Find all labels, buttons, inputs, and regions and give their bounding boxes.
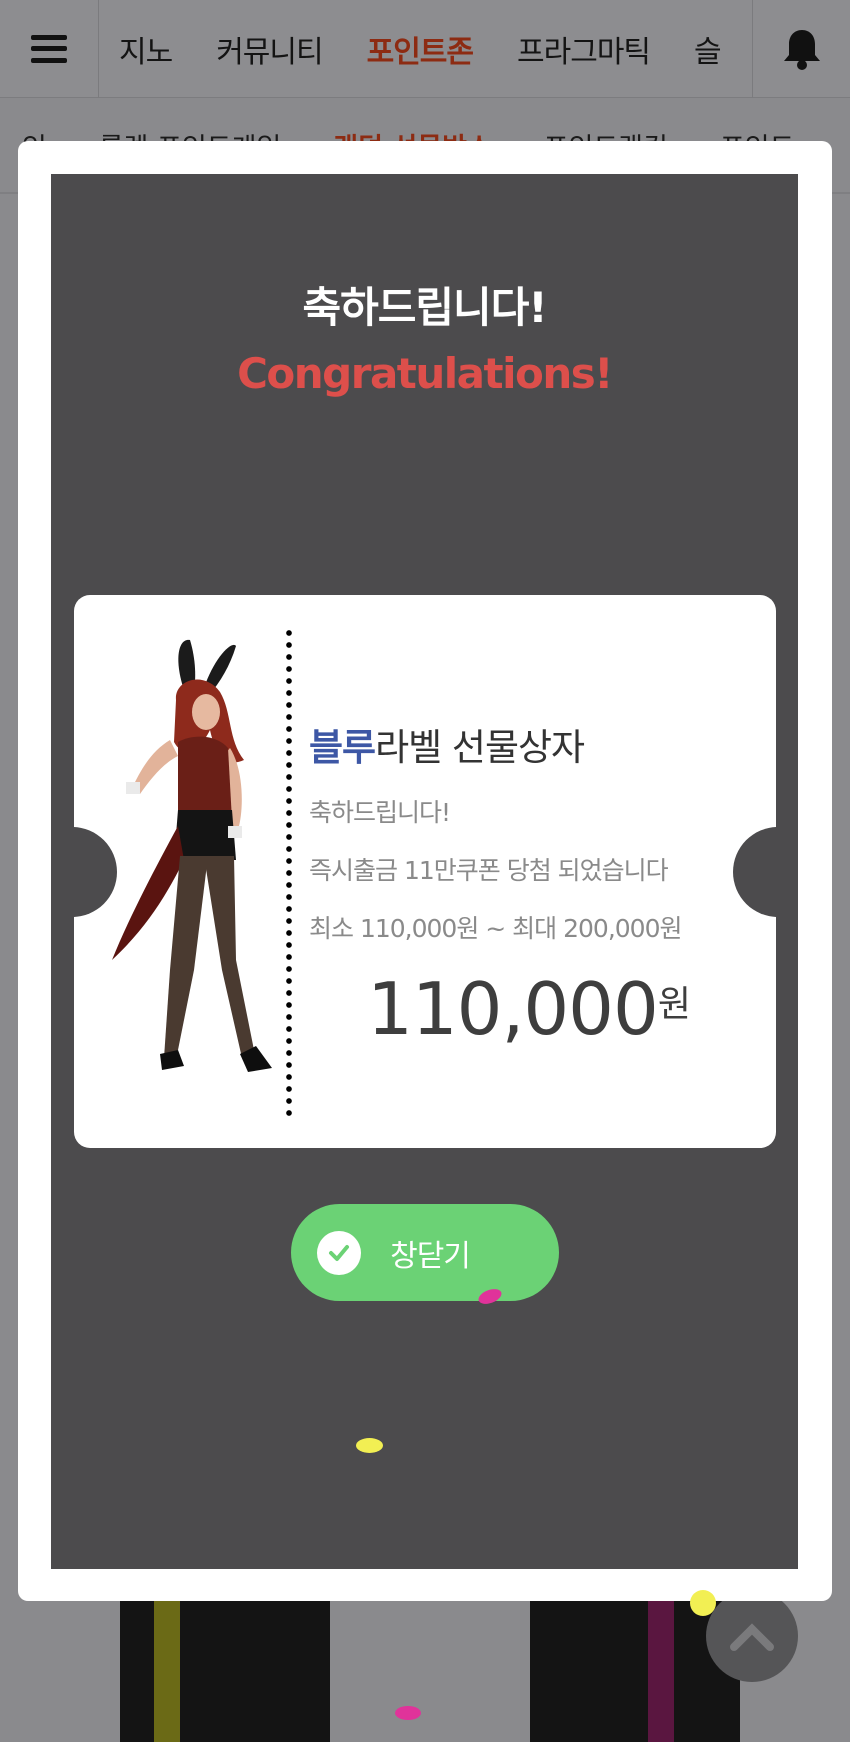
modal-title: 축하드립니다! (302, 283, 548, 332)
coupon-title-rest: 라벨 선물상자 (375, 726, 585, 769)
coupon-title-highlight: 블루 (309, 726, 376, 769)
congratulations-modal: 축하드립니다! Congratulations! 블루라벨 선물상자 축하드립니… (18, 141, 832, 1601)
scroll-top-button[interactable] (706, 1590, 798, 1682)
character-illustration (112, 639, 272, 1072)
coupon-amount-unit: 원 (657, 984, 691, 1025)
modal-content: 축하드립니다! Congratulations! 블루라벨 선물상자 축하드립니… (51, 174, 798, 1569)
top-navigation: 지노 커뮤니티 포인트존 프라그마틱 슬 (0, 0, 850, 98)
coupon-amount: 110,000원 (309, 967, 749, 1051)
nav-item-slot[interactable]: 슬 (694, 27, 722, 71)
coupon-amount-value: 110,000 (367, 967, 659, 1051)
bell-icon (783, 29, 820, 70)
close-button-label: 창닫기 (390, 1238, 471, 1274)
nav-item-zino[interactable]: 지노 (119, 27, 173, 71)
chevron-up-icon (730, 1623, 774, 1651)
modal-subtitle: Congratulations! (237, 349, 613, 398)
nav-items: 지노 커뮤니티 포인트존 프라그마틱 슬 (99, 0, 752, 98)
coupon-perforation (286, 627, 292, 1117)
nav-item-pragmatic[interactable]: 프라그마틱 (517, 27, 651, 71)
confetti-pink-outer (395, 1706, 421, 1720)
confetti-yellow (356, 1438, 383, 1453)
menu-button[interactable] (0, 0, 99, 98)
confetti-yellow-outer (690, 1590, 716, 1616)
gift-box-yellow[interactable] (120, 1600, 330, 1742)
coupon-title: 블루라벨 선물상자 (309, 717, 749, 771)
prize-coupon: 블루라벨 선물상자 축하드립니다! 즉시출금 11만쿠폰 당첨 되었습니다 최소… (74, 595, 776, 1148)
notifications-button[interactable] (752, 0, 850, 98)
coupon-details: 블루라벨 선물상자 축하드립니다! 즉시출금 11만쿠폰 당첨 되었습니다 최소… (309, 717, 749, 1051)
nav-item-pointzone[interactable]: 포인트존 (367, 27, 474, 71)
hamburger-icon (31, 34, 67, 63)
coupon-range-line: 최소 110,000원 ~ 최대 200,000원 (309, 914, 683, 943)
nav-item-community[interactable]: 커뮤니티 (216, 27, 323, 71)
close-button[interactable]: 창닫기 (291, 1204, 559, 1301)
coupon-congrats-line: 축하드립니다! (309, 798, 451, 827)
coupon-win-line: 즉시출금 11만쿠폰 당첨 되었습니다 (309, 856, 669, 885)
